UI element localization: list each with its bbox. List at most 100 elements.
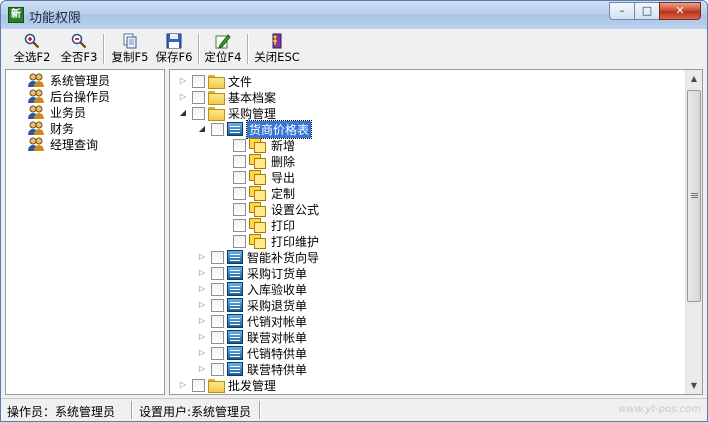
expand-arrow-icon[interactable]: ▷: [197, 364, 207, 374]
tree-node-form[interactable]: ▷ 采购订货单: [197, 265, 307, 281]
operation-icon: [249, 170, 266, 185]
tree-node-operation[interactable]: 打印维护: [233, 233, 319, 249]
toolbar-separator: [247, 34, 249, 64]
permission-checkbox[interactable]: [192, 378, 205, 392]
permission-checkbox[interactable]: [233, 218, 246, 232]
close-button[interactable]: 关闭ESC: [254, 32, 300, 66]
scrollbar-thumb[interactable]: [687, 90, 701, 302]
permission-checkbox[interactable]: [233, 170, 246, 184]
expand-arrow-icon[interactable]: ▷: [197, 284, 207, 294]
tree-node-label: 批发管理: [228, 378, 277, 393]
tree-node-operation[interactable]: 新增: [233, 137, 295, 153]
tree-node-operation[interactable]: 设置公式: [233, 201, 319, 217]
permission-checkbox[interactable]: [211, 282, 224, 296]
role-label: 后台操作员: [50, 89, 111, 104]
role-label: 系统管理员: [50, 73, 111, 88]
collapse-arrow-icon[interactable]: ◢: [178, 108, 188, 118]
maximize-button[interactable]: □: [634, 2, 660, 20]
select-none-button[interactable]: 全否F3: [59, 32, 99, 66]
minus-magnifier-icon: [71, 33, 87, 49]
operation-icon: [249, 154, 266, 169]
folder-icon: [208, 91, 225, 105]
collapse-arrow-icon[interactable]: ◢: [197, 124, 207, 134]
expand-arrow-icon[interactable]: ▷: [178, 76, 188, 86]
tree-node-folder[interactable]: ▷ 基本档案: [178, 89, 276, 105]
select-none-label: 全否F3: [60, 50, 98, 64]
tree-node-form[interactable]: ▷ 联营对帐单: [197, 329, 307, 345]
tree-node-folder[interactable]: ▷ 文件: [178, 73, 252, 89]
role-item[interactable]: 系统管理员: [26, 72, 110, 88]
tree-node-form[interactable]: ▷ 联营特供单: [197, 361, 307, 377]
permission-checkbox[interactable]: [192, 90, 205, 104]
tree-node-operation[interactable]: 导出: [233, 169, 295, 185]
expand-arrow-icon[interactable]: ▷: [197, 268, 207, 278]
tree-node-operation[interactable]: 打印: [233, 217, 295, 233]
role-label: 财务: [50, 121, 75, 136]
permission-checkbox[interactable]: [211, 298, 224, 312]
permission-checkbox[interactable]: [233, 186, 246, 200]
status-separator: [259, 401, 261, 419]
form-icon: [227, 250, 243, 264]
tree-node-form[interactable]: ▷ 入库验收单: [197, 281, 307, 297]
permission-checkbox[interactable]: [211, 330, 224, 344]
permission-checkbox[interactable]: [211, 266, 224, 280]
save-button[interactable]: 保存F6: [154, 32, 194, 66]
toolbar-separator: [198, 34, 200, 64]
expand-arrow-icon[interactable]: ▷: [197, 348, 207, 358]
expand-arrow-icon[interactable]: ▷: [197, 316, 207, 326]
permission-checkbox[interactable]: [192, 74, 205, 88]
tree-node-label: 定制: [271, 186, 296, 201]
permission-checkbox[interactable]: [211, 362, 224, 376]
operation-icon: [249, 202, 266, 217]
close-window-button[interactable]: ✕: [659, 2, 701, 20]
expand-arrow-icon[interactable]: ▷: [197, 300, 207, 310]
expand-arrow-icon[interactable]: ▷: [178, 92, 188, 102]
tree-node-form[interactable]: ▷ 智能补货向导: [197, 249, 319, 265]
tree-node-label: 采购退货单: [247, 298, 308, 313]
operator-status: 操作员：系统管理员: [7, 405, 116, 419]
tree-node-form-selected[interactable]: ◢ 货商价格表: [197, 119, 313, 139]
role-item[interactable]: 经理查询: [26, 136, 98, 152]
select-all-button[interactable]: 全选F2: [13, 32, 51, 66]
tree-node-label: 代销对帐单: [247, 314, 308, 329]
permission-checkbox[interactable]: [233, 202, 246, 216]
tree-node-form[interactable]: ▷ 代销特供单: [197, 345, 307, 361]
tree-node-operation[interactable]: 定制: [233, 185, 295, 201]
permission-checkbox[interactable]: [211, 346, 224, 360]
expand-arrow-icon[interactable]: ▷: [197, 332, 207, 342]
copy-button[interactable]: 复制F5: [110, 32, 150, 66]
expand-arrow-icon[interactable]: ▷: [178, 380, 188, 390]
role-item[interactable]: 业务员: [26, 104, 86, 120]
vertical-scrollbar[interactable]: ▲ ▼: [685, 70, 702, 394]
permission-tree-panel[interactable]: ▷ 文件 ▷ 基本档案 ◢ 采购管理 ◢ 货商价格表 新增 删除 导出 定制 设…: [169, 69, 703, 395]
folder-icon: [208, 107, 225, 121]
user-group-icon: [28, 73, 44, 87]
minimize-button[interactable]: –: [609, 2, 635, 20]
role-item[interactable]: 后台操作员: [26, 88, 110, 104]
tree-node-form[interactable]: ▷ 代销对帐单: [197, 313, 307, 329]
role-item[interactable]: 财务: [26, 120, 74, 136]
permission-checkbox[interactable]: [233, 154, 246, 168]
tree-node-label: 采购管理: [228, 106, 277, 121]
copy-page-icon: [123, 33, 137, 49]
permission-checkbox[interactable]: [211, 250, 224, 264]
locate-button[interactable]: 定位F4: [203, 32, 243, 66]
tree-node-operation[interactable]: 删除: [233, 153, 295, 169]
tree-node-folder[interactable]: ▷ 批发管理: [178, 377, 276, 393]
permission-checkbox[interactable]: [211, 122, 224, 136]
title-bar[interactable]: 新 功能权限 – □ ✕: [1, 1, 707, 29]
tree-node-label: 文件: [228, 74, 253, 89]
permission-checkbox[interactable]: [233, 234, 246, 248]
permission-checkbox[interactable]: [233, 138, 246, 152]
tree-node-folder[interactable]: ◢ 采购管理: [178, 105, 276, 121]
role-list-panel[interactable]: 系统管理员 后台操作员 业务员 财务 经理查询: [5, 69, 165, 395]
permission-checkbox[interactable]: [211, 314, 224, 328]
close-label: 关闭ESC: [254, 50, 300, 64]
role-label: 业务员: [50, 105, 87, 120]
permission-checkbox[interactable]: [192, 106, 205, 120]
expand-arrow-icon[interactable]: ▷: [197, 252, 207, 262]
tree-node-form[interactable]: ▷ 采购退货单: [197, 297, 307, 313]
scroll-down-arrow-icon[interactable]: ▼: [686, 377, 702, 394]
scroll-up-arrow-icon[interactable]: ▲: [686, 70, 702, 87]
toolbar-separator: [103, 34, 105, 64]
